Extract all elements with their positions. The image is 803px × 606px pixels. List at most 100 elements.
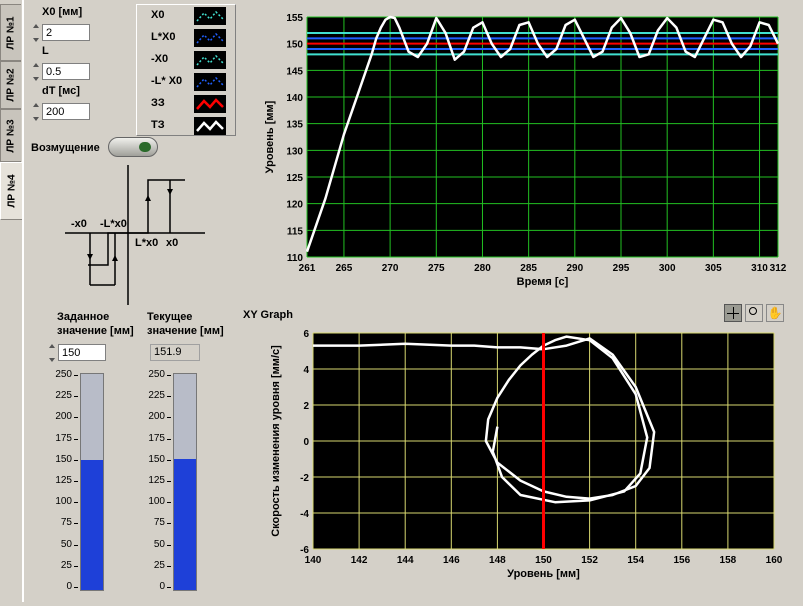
tab-panel-border: [22, 0, 24, 602]
x0-input[interactable]: 2: [42, 24, 90, 41]
tank-tick-label: 225: [55, 390, 72, 402]
x-tick-label: 295: [613, 263, 630, 274]
x0-label: X0 [мм]: [42, 6, 83, 18]
tab-lr2[interactable]: ЛР №2: [0, 61, 21, 109]
y-tick-label: -2: [300, 473, 309, 484]
dt-input[interactable]: 200: [42, 103, 90, 120]
tank-tick-label: 200: [148, 411, 165, 423]
x0-spinner[interactable]: [31, 23, 41, 42]
l-label: L: [42, 45, 49, 57]
l-spinner[interactable]: [31, 62, 41, 81]
tank-tick-mark: [74, 396, 78, 398]
setpoint-spinner[interactable]: [47, 343, 57, 362]
y-tick-label: 4: [303, 365, 309, 376]
y-axis-label: Уровень [мм]: [264, 100, 276, 173]
x-tick-label: 310: [751, 263, 768, 274]
legend-swatch[interactable]: [194, 117, 226, 135]
tank-tick-mark: [167, 502, 171, 504]
tank-tick-label: 25: [153, 559, 165, 571]
x-axis-label: Уровень [мм]: [507, 568, 580, 580]
legend-label: ТЗ: [151, 119, 165, 131]
cursor-tool-icon[interactable]: [724, 304, 742, 322]
tank-tick-mark: [167, 481, 171, 482]
tank-tick-mark: [74, 544, 78, 546]
y-tick-label: 125: [286, 173, 303, 184]
tank-tick-mark: [167, 396, 171, 398]
legend-swatch[interactable]: [194, 29, 226, 47]
plot-legend: X0 L*X0 -X0 -L* X0 ЗЗ ТЗ: [136, 4, 236, 136]
x-tick-label: 305: [705, 263, 722, 274]
tank-tick-label: 150: [148, 453, 165, 465]
y-tick-label: 145: [286, 66, 303, 77]
y-tick-label: 135: [286, 120, 303, 131]
l-input[interactable]: 0.5: [42, 63, 90, 80]
x-tick-label: 265: [336, 263, 353, 274]
l-control[interactable]: 0.5: [31, 62, 90, 81]
legend-label: -L* X0: [151, 75, 183, 87]
xy-graph-title: XY Graph: [243, 309, 293, 321]
x-tick-label: 275: [428, 263, 445, 274]
disturbance-led: [139, 142, 151, 152]
setpoint-control[interactable]: 150: [47, 343, 106, 362]
setpoint-tank-fill: [81, 460, 103, 590]
x-tick-label: 158: [720, 555, 737, 566]
current-tank: [173, 373, 197, 591]
level-time-chart: 261 265 270 275 280 285 290 295 300 305 310 312 110 1…: [264, 13, 787, 288]
tank-tick-label: 225: [148, 390, 165, 402]
y-tick-label: 6: [303, 329, 309, 340]
tank-tick-label: 75: [60, 517, 72, 529]
x-tick-label: 144: [397, 555, 414, 566]
tank-tick-mark: [167, 417, 171, 419]
tank-tick-mark: [74, 481, 78, 482]
tab-lr4[interactable]: ЛР №4: [0, 162, 23, 220]
tank-tick-mark: [74, 459, 78, 461]
dt-control[interactable]: 200: [31, 102, 90, 121]
y-tick-label: 0: [303, 437, 309, 448]
relay-label-x0: x0: [166, 237, 178, 249]
x-tick-label: 146: [443, 555, 460, 566]
graph-palette: ✋: [724, 304, 788, 324]
y-tick-label: 130: [286, 146, 303, 157]
tab-lr1[interactable]: ЛР №1: [0, 4, 21, 61]
x-tick-label: 300: [659, 263, 676, 274]
relay-label-neg-lx0: -L*x0: [100, 218, 127, 230]
legend-swatch[interactable]: [194, 51, 226, 69]
tank-tick-label: 75: [153, 517, 165, 529]
tank-tick-mark: [74, 438, 78, 440]
x-tick-label: 150: [535, 555, 552, 566]
x0-control[interactable]: 2: [31, 23, 90, 42]
tank-tick-mark: [167, 587, 171, 588]
tank-tick-label: 250: [148, 369, 165, 380]
dt-label: dT [мс]: [42, 85, 80, 97]
legend-row-5: ТЗ: [137, 115, 237, 137]
y-tick-label: -6: [300, 545, 309, 556]
x-tick-label: 280: [474, 263, 491, 274]
legend-swatch[interactable]: [194, 73, 226, 91]
disturbance-label: Возмущение: [31, 142, 100, 154]
tank-tick-label: 250: [55, 369, 72, 380]
x-tick-label: 270: [382, 263, 399, 274]
disturbance-toggle[interactable]: [108, 137, 158, 157]
pan-hand-icon[interactable]: ✋: [766, 304, 784, 322]
legend-swatch[interactable]: [194, 95, 226, 113]
legend-label: X0: [151, 9, 165, 21]
current-label: Текущее значение [мм]: [147, 311, 224, 337]
plot-area: [307, 17, 778, 257]
tank-tick-label: 50: [60, 538, 72, 550]
tank-tick-mark: [167, 523, 171, 525]
relay-label-lx0: L*x0: [135, 237, 158, 249]
tab-lr3[interactable]: ЛР №3: [0, 109, 21, 162]
current-value-display: 151.9: [150, 344, 200, 361]
y-tick-label: 110: [287, 253, 304, 264]
dt-spinner[interactable]: [31, 102, 41, 121]
setpoint-input[interactable]: 150: [58, 344, 106, 361]
tank-tick-mark: [74, 523, 78, 525]
legend-swatch[interactable]: [194, 7, 226, 25]
y-tick-label: 140: [286, 93, 303, 104]
setpoint-tank: [80, 373, 104, 591]
current-tank-fill: [174, 458, 196, 590]
x-tick-label: 312: [770, 263, 787, 274]
tank-tick-label: 125: [55, 475, 72, 486]
legend-label: L*X0: [151, 31, 176, 43]
zoom-tool-icon[interactable]: [745, 304, 763, 322]
